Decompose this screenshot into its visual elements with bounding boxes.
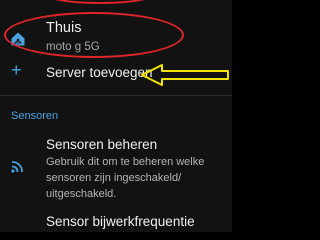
server-device: moto g 5G bbox=[46, 41, 100, 53]
manage-sensors-item[interactable]: Sensoren beheren Gebruik dit om te beher… bbox=[0, 132, 232, 212]
home-assistant-icon bbox=[11, 32, 25, 46]
plus-icon: + bbox=[11, 60, 22, 80]
annotation-ellipse-top bbox=[40, 0, 160, 4]
sensors-section-header: Sensoren bbox=[11, 110, 59, 122]
add-server-label: Server toevoegen bbox=[46, 65, 153, 80]
server-name: Thuis bbox=[46, 20, 82, 36]
manage-sensors-title: Sensoren beheren bbox=[46, 137, 158, 152]
sensor-update-frequency-title: Sensor bijwerkfrequentie bbox=[46, 214, 195, 229]
sensor-update-frequency-item[interactable]: Sensor bijwerkfrequentie bbox=[0, 214, 232, 238]
wifi-signal-icon bbox=[11, 161, 23, 173]
annotation-arrow bbox=[141, 64, 229, 86]
manage-sensors-description: Gebruik dit om te beheren welke sensoren… bbox=[46, 156, 205, 200]
server-row[interactable]: Thuis moto g 5G bbox=[0, 8, 232, 58]
section-divider bbox=[0, 95, 232, 96]
settings-screen: Thuis moto g 5G + Server toevoegen Senso… bbox=[0, 0, 232, 232]
